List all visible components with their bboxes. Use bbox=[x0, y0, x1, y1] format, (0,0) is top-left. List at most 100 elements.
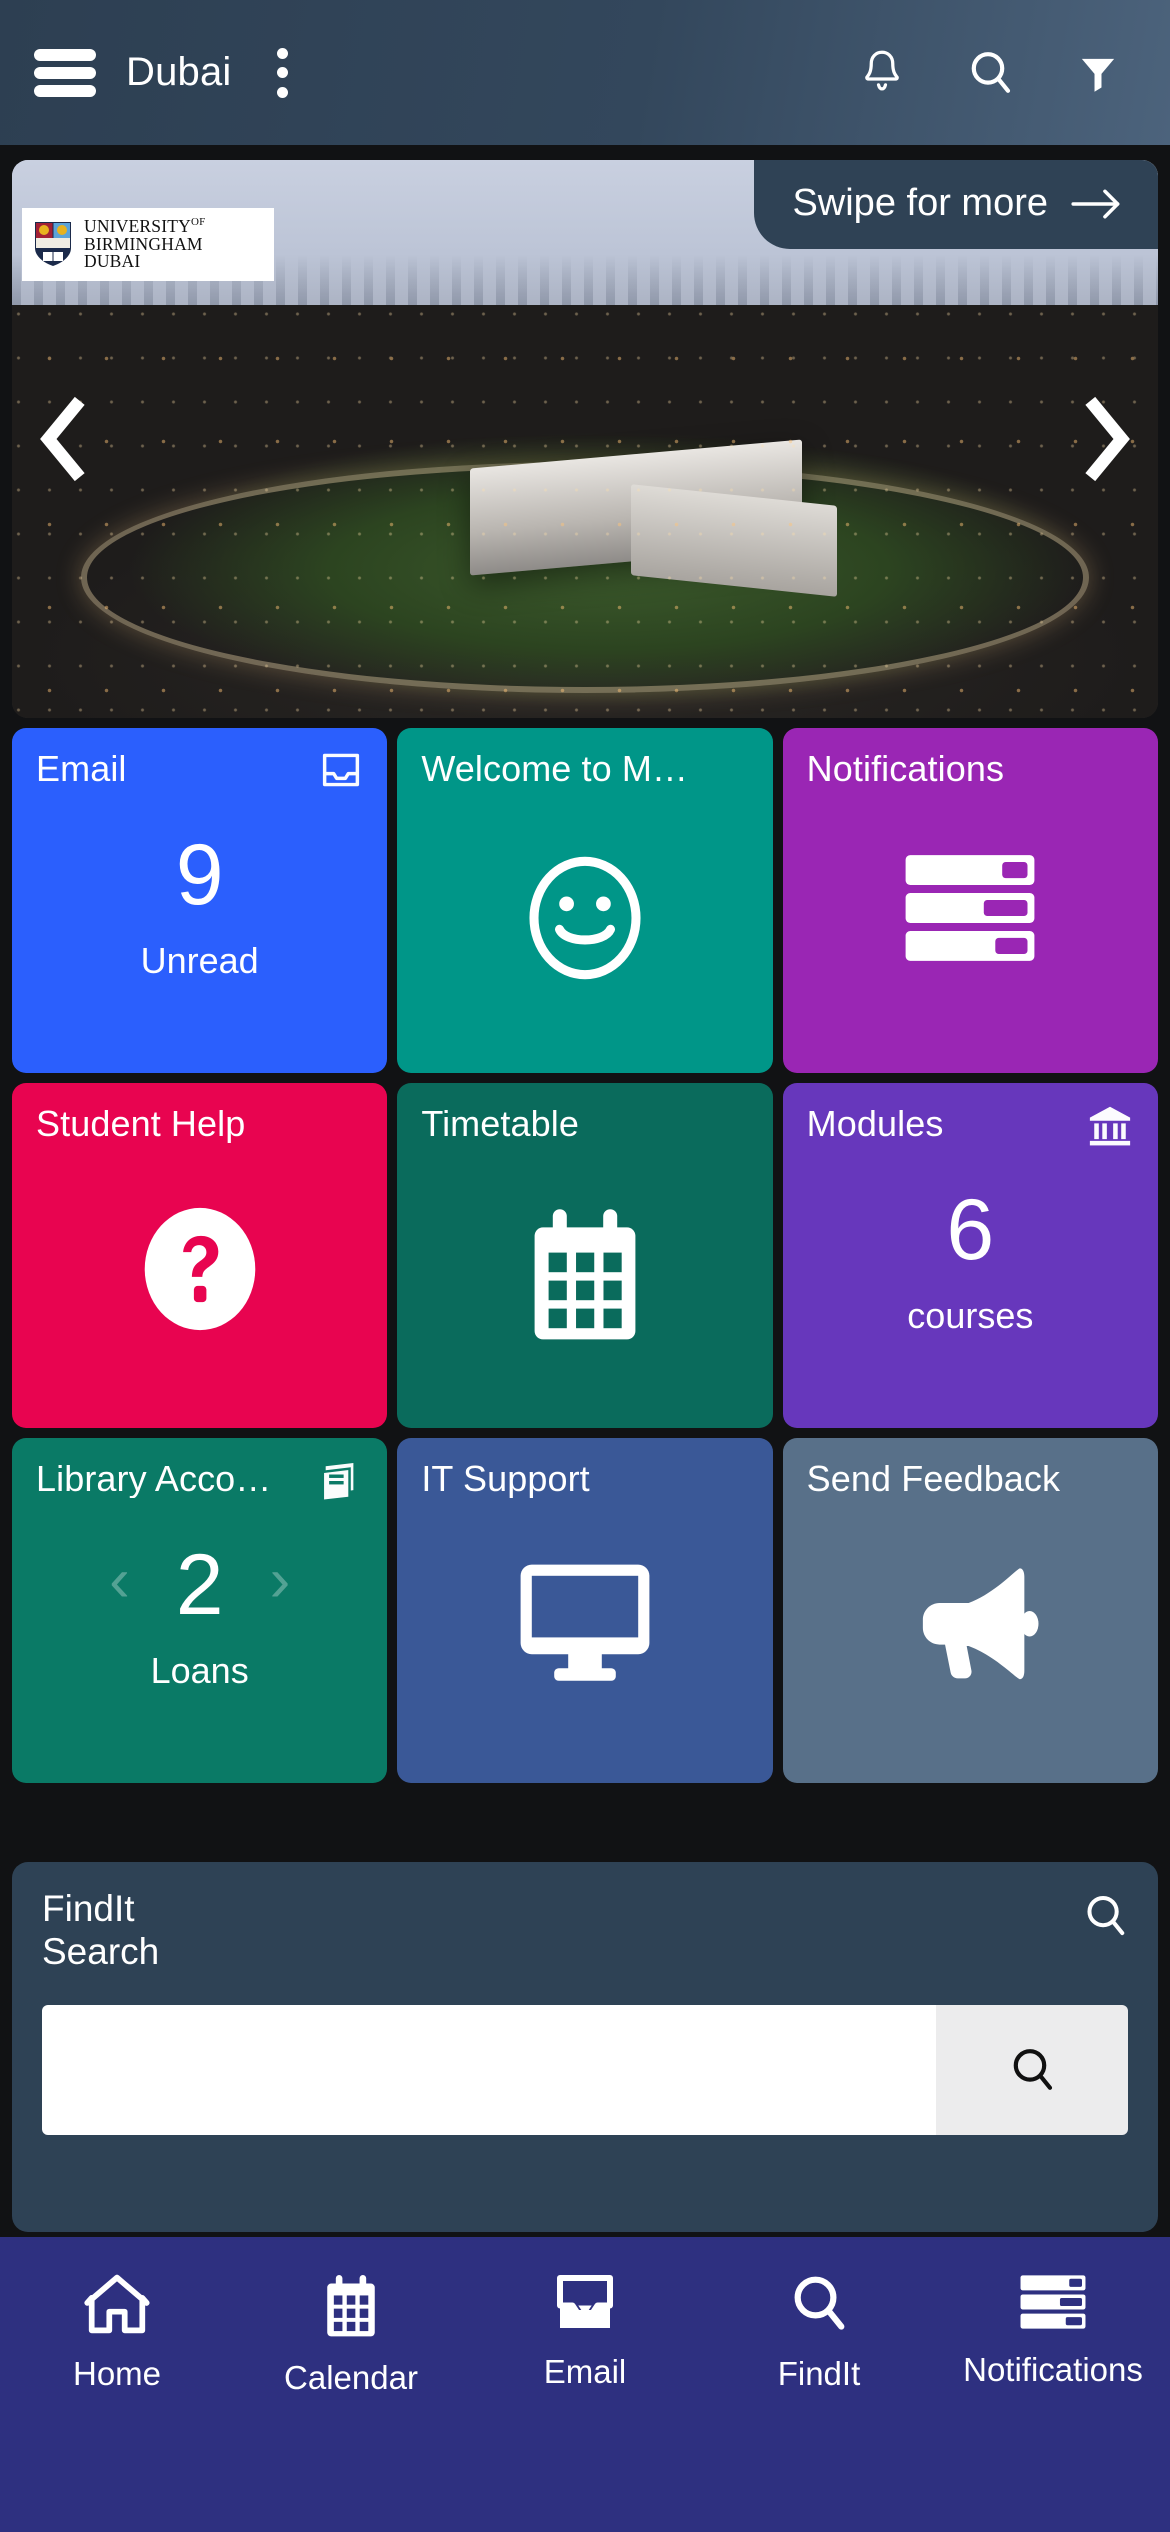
inbox-icon bbox=[557, 2275, 613, 2328]
findit-input-row bbox=[42, 2005, 1128, 2136]
logo-line1-sup: OF bbox=[191, 215, 206, 228]
tile-welcome[interactable]: Welcome to M… bbox=[397, 728, 773, 1073]
tile-subtitle: Unread bbox=[140, 940, 259, 981]
nav-item-home[interactable]: Home bbox=[0, 2273, 234, 2393]
logo-line3: DUBAI bbox=[84, 251, 141, 272]
tile-title: IT Support bbox=[421, 1460, 590, 1498]
tile-timetable[interactable]: Timetable bbox=[397, 1083, 773, 1428]
findit-title-line2: Search bbox=[42, 1930, 160, 1972]
tile-library-account[interactable]: Library Acco… ‹ 2 › Loans bbox=[12, 1438, 388, 1783]
crest-icon bbox=[35, 222, 71, 266]
nav-label: Calendar bbox=[284, 2359, 418, 2396]
tile-title: Welcome to M… bbox=[421, 750, 689, 788]
tile-header: Modules bbox=[807, 1105, 1134, 1147]
findit-search-panel: FindIt Search bbox=[12, 1862, 1158, 2232]
page-title: Dubai bbox=[126, 50, 232, 94]
tile-notifications[interactable]: Notifications bbox=[782, 728, 1158, 1073]
swipe-for-more-label: Swipe for more bbox=[792, 182, 1048, 224]
tile-body bbox=[783, 824, 1158, 1073]
nav-item-notifications[interactable]: Notifications bbox=[936, 2273, 1170, 2389]
tile-subtitle: courses bbox=[907, 1295, 1034, 1336]
tile-value: 6 bbox=[946, 1182, 995, 1278]
tile-header: Notifications bbox=[807, 750, 1134, 788]
tile-email[interactable]: Email 9 Unread bbox=[12, 728, 388, 1073]
hamburger-menu-icon[interactable] bbox=[34, 48, 96, 97]
arrow-right-icon bbox=[1071, 189, 1120, 218]
findit-header: FindIt Search bbox=[42, 1888, 1128, 1973]
tile-body: ‹ 2 › Loans bbox=[12, 1534, 387, 1783]
tile-body: 6 courses bbox=[783, 1179, 1158, 1428]
chevron-right-icon bbox=[1085, 396, 1130, 482]
tile-header: Email bbox=[36, 750, 363, 790]
tile-title: Library Acco… bbox=[36, 1460, 272, 1498]
tile-header: Send Feedback bbox=[807, 1460, 1134, 1498]
tile-header: Timetable bbox=[421, 1105, 748, 1143]
tile-header: IT Support bbox=[421, 1460, 748, 1498]
monitor-icon bbox=[520, 1564, 650, 1681]
library-prev-button[interactable]: ‹ bbox=[109, 1550, 130, 1612]
tile-student-help[interactable]: Student Help bbox=[12, 1083, 388, 1428]
megaphone-icon bbox=[923, 1568, 1039, 1680]
tile-send-feedback[interactable]: Send Feedback bbox=[782, 1438, 1158, 1783]
header-actions bbox=[854, 44, 1136, 102]
notifications-list-icon bbox=[1020, 2275, 1086, 2329]
carousel-next-button[interactable] bbox=[1080, 396, 1136, 482]
book-icon bbox=[321, 1463, 354, 1502]
tile-grid: Email 9 Unread Welcome to M… Notificatio… bbox=[12, 728, 1158, 1783]
tile-body bbox=[397, 824, 772, 1073]
tile-body bbox=[397, 1534, 772, 1783]
tile-header: Student Help bbox=[36, 1105, 363, 1143]
tile-value: 9 bbox=[175, 827, 224, 923]
logo-line1: UNIVERSITY bbox=[84, 215, 191, 236]
question-mark-icon bbox=[144, 1207, 255, 1331]
tile-title: Email bbox=[36, 750, 127, 788]
nav-item-email[interactable]: Email bbox=[468, 2273, 702, 2391]
kebab-menu-icon[interactable] bbox=[258, 45, 308, 101]
search-input[interactable] bbox=[42, 2005, 936, 2136]
nav-item-calendar[interactable]: Calendar bbox=[234, 2273, 468, 2397]
calendar-icon bbox=[534, 1209, 636, 1340]
notifications-bell-icon[interactable] bbox=[854, 44, 910, 102]
search-submit-button[interactable] bbox=[936, 2005, 1128, 2136]
notifications-list-icon bbox=[905, 855, 1035, 961]
search-icon[interactable] bbox=[962, 44, 1018, 102]
search-icon[interactable] bbox=[1082, 1888, 1128, 1945]
university-logo: UNIVERSITYOF BIRMINGHAM DUBAI bbox=[22, 208, 274, 281]
tile-title: Send Feedback bbox=[806, 1460, 1061, 1498]
home-icon bbox=[84, 2274, 150, 2334]
tile-body bbox=[397, 1179, 772, 1428]
tile-body bbox=[783, 1534, 1158, 1783]
search-icon bbox=[794, 2276, 845, 2330]
tile-header: Library Acco… bbox=[36, 1460, 363, 1502]
tile-body bbox=[12, 1179, 387, 1428]
university-logo-text: UNIVERSITYOF BIRMINGHAM DUBAI bbox=[84, 215, 206, 272]
carousel-prev-button[interactable] bbox=[34, 396, 90, 482]
tile-body: 9 Unread bbox=[12, 824, 387, 1073]
tile-title: Modules bbox=[806, 1105, 944, 1143]
hero-campus-photo bbox=[12, 305, 1158, 718]
nav-label: Notifications bbox=[963, 2351, 1143, 2388]
tile-title: Timetable bbox=[421, 1105, 579, 1143]
nav-item-findit[interactable]: FindIt bbox=[702, 2273, 936, 2393]
library-next-button[interactable]: › bbox=[270, 1550, 291, 1612]
swipe-for-more-button[interactable]: Swipe for more bbox=[754, 160, 1158, 249]
tile-title: Student Help bbox=[36, 1105, 246, 1143]
findit-title-line1: FindIt bbox=[42, 1888, 135, 1929]
app-header: Dubai bbox=[0, 0, 1170, 145]
search-icon bbox=[1013, 2049, 1053, 2090]
tile-value: 2 bbox=[175, 1537, 224, 1633]
calendar-icon bbox=[327, 2274, 375, 2337]
filter-icon[interactable] bbox=[1070, 44, 1126, 102]
nav-label: FindIt bbox=[777, 2355, 861, 2392]
tile-modules[interactable]: Modules 6 courses bbox=[782, 1083, 1158, 1428]
tile-it-support[interactable]: IT Support bbox=[397, 1438, 773, 1783]
tile-subtitle: Loans bbox=[150, 1650, 249, 1691]
tile-header: Welcome to M… bbox=[421, 750, 748, 788]
tile-title: Notifications bbox=[806, 750, 1005, 788]
smiley-face-icon bbox=[529, 856, 641, 980]
library-count: 2 bbox=[176, 1534, 224, 1628]
findit-title: FindIt Search bbox=[42, 1888, 159, 1973]
inbox-icon bbox=[323, 753, 360, 787]
hero-carousel[interactable]: UNIVERSITYOF BIRMINGHAM DUBAI Swipe for … bbox=[12, 160, 1158, 718]
library-stepper: ‹ 2 › bbox=[12, 1534, 387, 1628]
